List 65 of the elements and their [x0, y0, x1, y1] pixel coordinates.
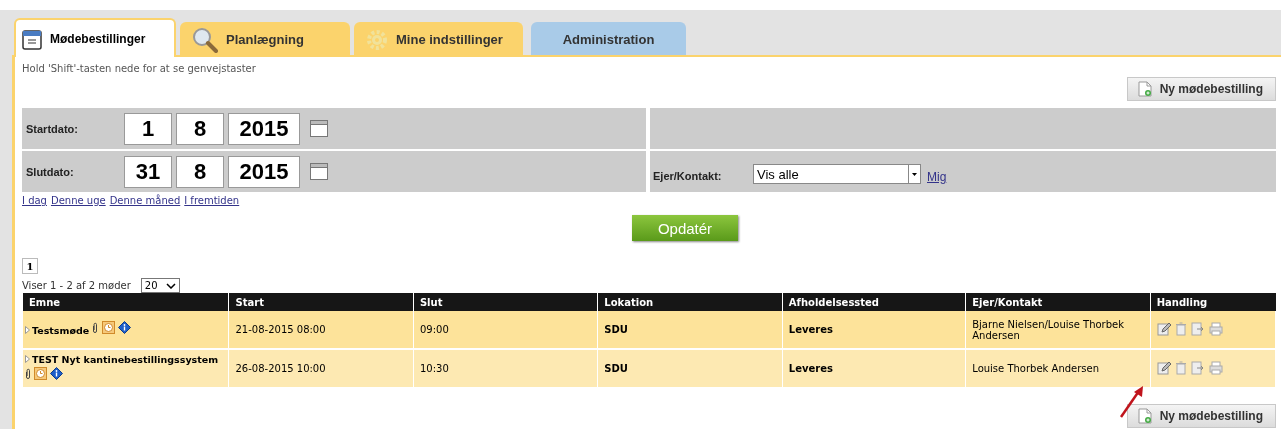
table-cell: 09:00 [413, 311, 598, 349]
date-range-link[interactable]: Denne måned [109, 195, 181, 209]
column-header: Ejer/Kontakt [965, 293, 1151, 311]
tab[interactable]: Planlægning [180, 22, 350, 55]
info-icon[interactable] [117, 321, 131, 334]
date-label: Slutdato: [25, 165, 75, 178]
day-field[interactable]: 1 [124, 112, 172, 145]
info-icon[interactable] [50, 367, 64, 380]
paperclip-icon [25, 368, 31, 380]
print-icon[interactable] [1209, 360, 1224, 375]
table-cell: TEST Nyt kantinebestillingssystem [22, 349, 229, 388]
me-link[interactable]: Mig [925, 170, 947, 184]
table-cell: Leveres [782, 349, 966, 388]
page-size-select[interactable]: 20 [140, 278, 180, 293]
calendar-icon[interactable] [310, 163, 328, 180]
column-header: Emne [22, 293, 229, 311]
tab[interactable]: Administration [531, 22, 686, 55]
year-field[interactable]: 2015 [228, 155, 300, 188]
column-header: Lokation [597, 293, 783, 311]
paperclip-icon [92, 322, 99, 334]
column-header: Start [229, 293, 414, 311]
date-range-link[interactable]: I dag [22, 195, 47, 209]
table-cell: 10:30 [413, 349, 598, 388]
new-meeting-button[interactable]: Ny mødebestilling [1126, 404, 1276, 428]
owner-select[interactable]: Vis alle [753, 164, 921, 184]
date-range-link[interactable]: Denne uge [50, 195, 106, 209]
result-summary: Viser 1 - 2 af 2 møder [22, 280, 131, 291]
pointer-arrow [1119, 385, 1145, 419]
table-cell: 26-08-2015 10:00 [229, 349, 414, 388]
gear-icon [366, 28, 388, 51]
copy-icon[interactable] [1191, 321, 1206, 336]
date-range-link[interactable]: I fremtiden [184, 195, 240, 209]
year-field[interactable]: 2015 [228, 112, 300, 145]
edit-icon[interactable] [1156, 360, 1171, 375]
owner-label: Ejer/Kontakt: [652, 170, 723, 184]
copy-icon[interactable] [1191, 360, 1206, 375]
table-cell: Leveres [782, 311, 966, 349]
table-cell: Louise Thorbek Andersen [965, 349, 1151, 388]
new-meeting-button[interactable]: Ny mødebestilling [1126, 77, 1276, 101]
table-cell: Bjarne Nielsen/Louise Thorbek Andersen [965, 311, 1151, 349]
print-icon[interactable] [1209, 321, 1224, 336]
calendar-icon [22, 27, 42, 50]
new-document-icon [1137, 408, 1152, 424]
tab[interactable]: Mine indstillinger [354, 22, 523, 55]
magnifier-icon [192, 26, 218, 53]
calendar-icon[interactable] [310, 120, 328, 137]
tab[interactable]: Mødebestillinger [14, 18, 176, 57]
table-cell: SDU [597, 349, 783, 388]
dropdown-arrow-icon[interactable] [908, 165, 920, 183]
month-field[interactable]: 8 [176, 112, 224, 145]
new-document-icon [1137, 81, 1152, 97]
table-cell: 21-08-2015 08:00 [229, 311, 414, 349]
edit-icon[interactable] [1156, 321, 1171, 336]
table-cell: SDU [597, 311, 783, 349]
expand-icon[interactable] [25, 326, 30, 334]
day-field[interactable]: 31 [124, 155, 172, 188]
page-button[interactable]: 1 [22, 258, 38, 274]
column-header: Handling [1150, 293, 1276, 311]
expand-icon[interactable] [25, 355, 30, 363]
date-label: Startdato: [25, 122, 79, 135]
table-cell: Testsmøde [22, 311, 229, 349]
column-header: Slut [413, 293, 598, 311]
month-field[interactable]: 8 [176, 155, 224, 188]
column-header: Afholdelsessted [782, 293, 966, 311]
hint-text: Hold 'Shift'-tasten nede for at se genvejstaster [22, 62, 257, 76]
